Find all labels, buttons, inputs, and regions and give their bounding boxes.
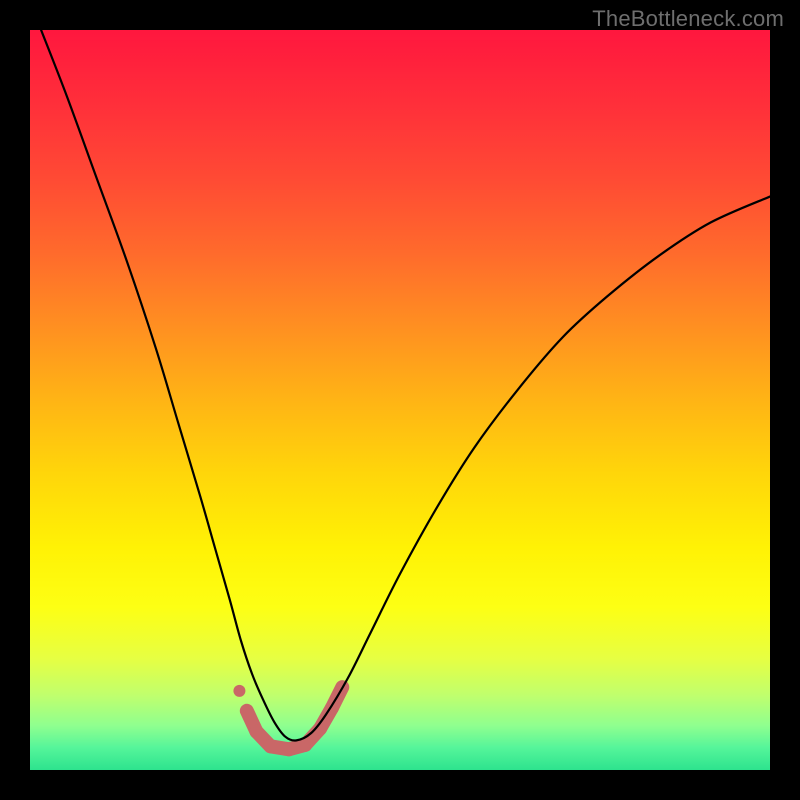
chart-frame: TheBottleneck.com: [0, 0, 800, 800]
marker-dot-icon: [233, 685, 245, 697]
chart-svg: [30, 30, 770, 770]
watermark-text: TheBottleneck.com: [592, 6, 784, 32]
gradient-background: [30, 30, 770, 770]
plot-area: [30, 30, 770, 770]
